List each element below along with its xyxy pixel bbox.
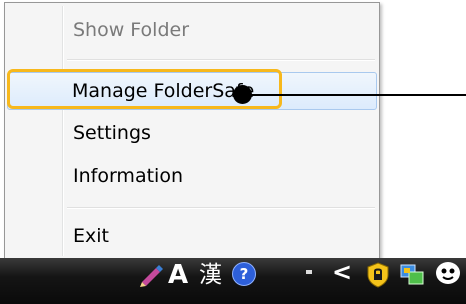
menu-item-information[interactable]: Information [7, 157, 377, 195]
annotation-pointer-dot [233, 85, 252, 104]
help-icon[interactable]: ? [232, 262, 256, 286]
menu-item-label: Information [73, 165, 183, 187]
screen: Show Folder Manage FolderSafe Settings I… [0, 0, 466, 304]
menu-item-show-folder[interactable]: Show Folder [7, 11, 377, 49]
menu-item-label: Settings [73, 122, 151, 144]
menu-separator [67, 207, 375, 209]
menu-separator [67, 59, 375, 61]
menu-item-exit[interactable]: Exit [7, 217, 377, 255]
hanja-icon[interactable]: 漢 [199, 262, 227, 288]
menu-item-settings[interactable]: Settings [7, 114, 377, 152]
menu-item-label: Show Folder [73, 19, 190, 41]
foldersafe-tray-icon[interactable] [366, 262, 390, 288]
network-icon[interactable] [400, 262, 424, 288]
pencil-icon[interactable] [138, 262, 164, 288]
taskbar [0, 258, 466, 304]
show-hidden-icons-chevron[interactable]: < [332, 260, 352, 284]
messenger-icon[interactable] [434, 260, 462, 290]
tray-context-menu: Show Folder Manage FolderSafe Settings I… [4, 2, 380, 260]
annotation-pointer-line [243, 94, 466, 96]
menu-item-label: Exit [73, 225, 109, 247]
minimize-dash-icon[interactable] [306, 270, 312, 274]
ime-a-icon[interactable]: A [168, 262, 196, 288]
